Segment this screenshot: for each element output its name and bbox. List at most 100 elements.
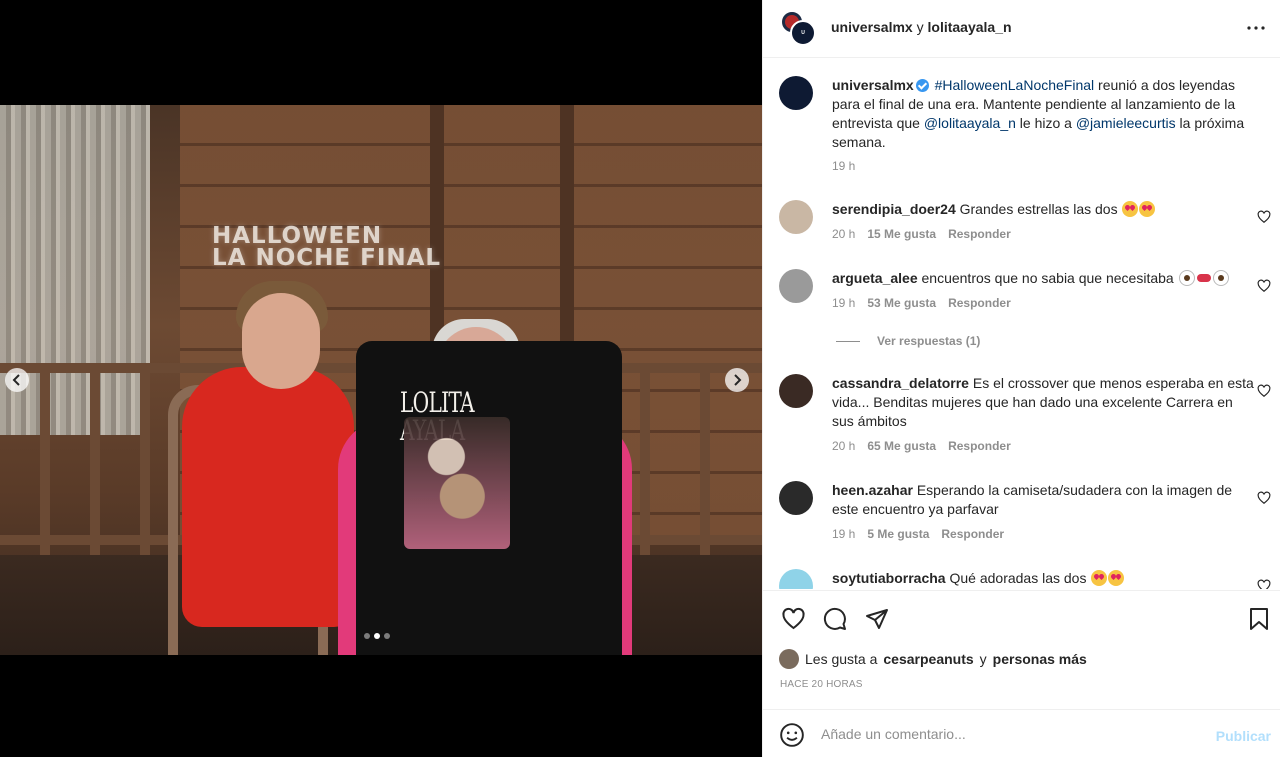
carousel-dot [384,633,390,639]
like-comment-heart-icon[interactable] [1257,210,1271,224]
reply-button[interactable]: Responder [948,296,1011,310]
comment-username[interactable]: cassandra_delatorre [832,375,969,391]
view-replies-button[interactable]: Ver respuestas (1) [836,334,980,348]
comment-text: argueta_alee encuentros que no sabia que… [832,269,1257,288]
like-comment-heart-icon[interactable] [1257,279,1271,293]
likes-summary: Les gusta a cesarpeanuts y personas más [779,649,1087,669]
replies-divider [836,340,860,342]
comment-bubble-icon [823,607,846,630]
comment-composer: Publicar [763,709,1280,757]
post-header: U universalmx y lolitaayala_n [763,0,1280,58]
comment-username[interactable]: soytutiaborracha [832,570,946,586]
post-modal: HALLOWEEN LA NOCHE FINAL LOLITA AYALA [0,0,1280,757]
heart-eyes-emoji-icon [1139,201,1156,217]
person-left-head [242,293,320,389]
sign-line-2: LA NOCHE FINAL [212,245,442,271]
carousel-dot [374,633,380,639]
avatar[interactable] [779,481,813,515]
avatar[interactable] [779,569,813,589]
comment-time: 19 h [832,296,856,310]
heart-icon [781,607,805,630]
more-horizontal-icon [1247,26,1265,30]
publish-button[interactable]: Publicar [1216,728,1271,744]
caption-text-part: le hizo a [1015,115,1076,131]
share-button[interactable] [863,605,891,633]
post-side-panel: U universalmx y lolitaayala_n universalm… [762,0,1280,757]
likes-prefix: Les gusta a [805,651,878,667]
avatar[interactable] [779,269,813,303]
comment-body: encuentros que no sabia que necesitaba [921,270,1174,286]
comment-meta: 19 h 5 Me gusta Responder [832,527,1004,541]
avatar: U [790,20,816,46]
heart-eyes-emoji-icon [1122,201,1139,217]
save-button[interactable] [1245,605,1273,633]
comment-input[interactable] [821,722,1201,746]
author-link[interactable]: universalmx [831,19,913,35]
comment-meta: 20 h 65 Me gusta Responder [832,439,1011,453]
eye-emoji-icon [1178,270,1195,286]
comment-meta: 20 h 15 Me gusta Responder [832,227,1011,241]
heart-eyes-emoji-icon [1091,570,1108,586]
likes-connector: y [979,651,987,667]
sign-line-1: HALLOWEEN [212,223,383,249]
post-photo: HALLOWEEN LA NOCHE FINAL LOLITA AYALA [0,105,762,655]
comment-likes[interactable]: 53 Me gusta [867,296,936,310]
reply-button[interactable]: Responder [948,227,1011,241]
comment-time: 20 h [832,439,856,453]
author-link[interactable]: lolitaayala_n [928,19,1012,35]
comments-list[interactable]: universalmx #HalloweenLaNocheFinal reuni… [763,59,1280,589]
comment-likes[interactable]: 65 Me gusta [867,439,936,453]
comment-time: 20 h [832,227,856,241]
likes-others-link[interactable]: personas más [993,651,1087,667]
comment-button[interactable] [821,605,849,633]
like-button[interactable] [779,605,807,633]
comment-likes[interactable]: 15 Me gusta [867,227,936,241]
caption-time: 19 h [832,159,856,173]
eye-emoji-icon [1212,270,1229,286]
mention-link[interactable]: @lolitaayala_n [924,115,1016,131]
comment-text: serendipia_doer24 Grandes estrellas las … [832,200,1257,219]
carousel-next-button[interactable] [725,368,749,392]
avatar[interactable] [779,76,813,110]
like-comment-heart-icon[interactable] [1257,579,1271,589]
comment-body: Grandes estrellas las dos [959,201,1118,217]
carousel-dot [364,633,370,639]
comment-text: soytutiaborracha Qué adoradas las dos [832,569,1257,588]
authors-connector: y [916,19,924,35]
avatar[interactable] [779,374,813,408]
reply-button[interactable]: Responder [948,439,1011,453]
comment-meta: 19 h 53 Me gusta Responder [832,296,1011,310]
carousel-prev-button[interactable] [5,368,29,392]
hashtag-link[interactable]: #HalloweenLaNocheFinal [935,77,1095,93]
avatar[interactable] [779,200,813,234]
like-comment-heart-icon[interactable] [1257,491,1271,505]
emoji-smile-icon[interactable] [779,722,805,748]
lips-emoji-icon [1196,270,1212,286]
caption-meta: 19 h [832,159,855,173]
post-authors: universalmx y lolitaayala_n [831,19,1012,35]
reply-button[interactable]: Responder [941,527,1004,541]
mention-link[interactable]: @jamieleecurtis [1076,115,1176,131]
post-media: HALLOWEEN LA NOCHE FINAL LOLITA AYALA [0,0,762,757]
comment-body: Qué adoradas las dos [949,570,1087,586]
paper-plane-icon [866,609,888,629]
verified-badge-icon [915,79,929,92]
comment-text: cassandra_delatorre Es el crossover que … [832,374,1257,431]
collab-avatars[interactable]: U [780,10,816,46]
liker-link[interactable]: cesarpeanuts [883,651,973,667]
sweatshirt-print [404,417,510,549]
like-comment-heart-icon[interactable] [1257,384,1271,398]
bookmark-icon [1250,608,1268,630]
comment-username[interactable]: serendipia_doer24 [832,201,956,217]
caption-username[interactable]: universalmx [832,77,914,93]
carousel-indicator [364,633,390,639]
avatar[interactable] [779,649,799,669]
halloween-sign: HALLOWEEN LA NOCHE FINAL [212,223,442,271]
comment-username[interactable]: heen.azahar [832,482,913,498]
comment-likes[interactable]: 5 Me gusta [867,527,929,541]
caption-text: universalmx #HalloweenLaNocheFinal reuni… [832,76,1257,152]
comment-username[interactable]: argueta_alee [832,270,918,286]
chevron-right-icon [734,374,742,386]
more-options-button[interactable] [1243,15,1269,41]
post-actions: Les gusta a cesarpeanuts y personas más … [763,590,1280,709]
